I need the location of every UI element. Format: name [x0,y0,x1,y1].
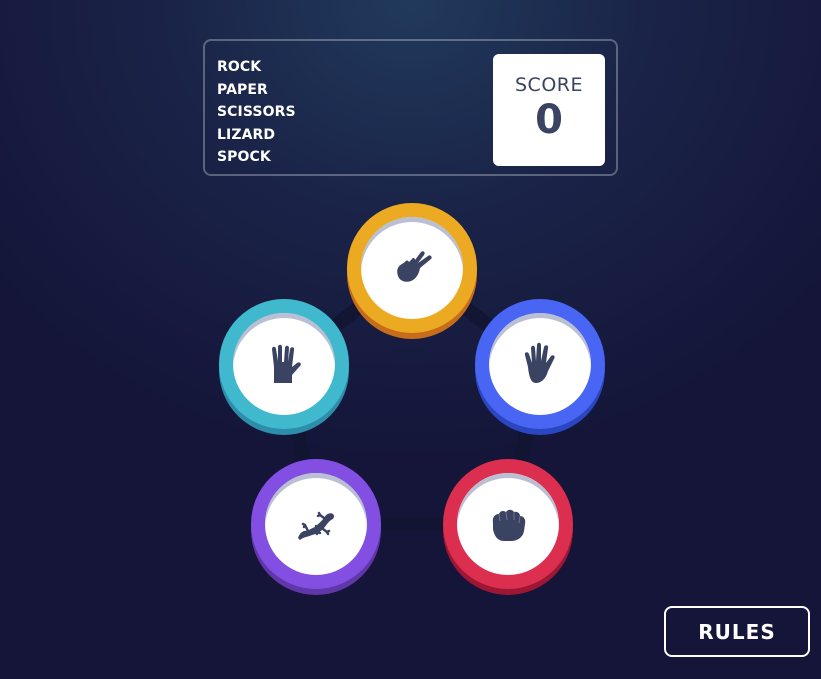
spock-face [233,313,335,415]
paper-button[interactable] [475,299,605,431]
lizard-button[interactable] [251,459,381,591]
rules-button[interactable]: RULES [664,606,810,657]
paper-face [489,313,591,415]
spock-button[interactable] [219,299,349,431]
scissors-face [361,217,463,319]
game-board [0,0,821,679]
rock-fist-icon [487,503,529,545]
scissors-hand-icon [390,246,434,290]
pentagon-connector [277,261,547,531]
paper-hand-icon [518,341,562,387]
lizard-icon [294,504,338,544]
lizard-face [265,473,367,575]
rock-face [457,473,559,575]
rock-button[interactable] [443,459,573,591]
spock-hand-icon [264,341,304,387]
scissors-button[interactable] [347,203,477,335]
